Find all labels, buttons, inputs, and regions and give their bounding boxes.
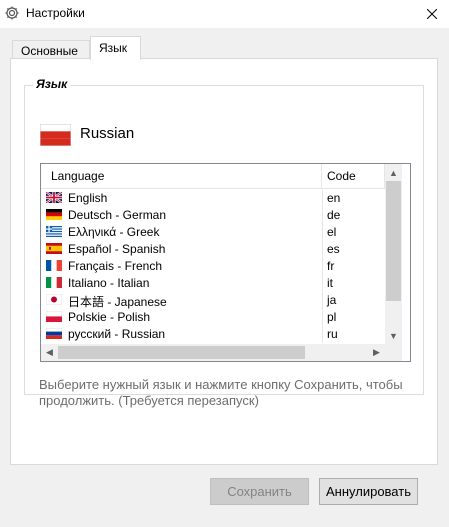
flag-ru-icon (40, 124, 71, 146)
flag-fr-icon (46, 260, 62, 271)
list-item[interactable]: Français - French fr (41, 258, 385, 275)
column-header-language[interactable]: Language (41, 164, 322, 188)
flag-gr-icon (46, 226, 62, 237)
flag-jp-icon (46, 294, 62, 305)
language-name: Français - French (68, 259, 163, 273)
chevron-left-icon[interactable]: ◀ (41, 344, 58, 361)
list-item[interactable]: русский - Russian ru (41, 326, 385, 343)
language-code: el (327, 225, 337, 239)
list-item[interactable]: Ελληνικά - Greek el (41, 224, 385, 241)
language-code: it (327, 276, 333, 290)
list-item[interactable]: Español - Spanish es (41, 241, 385, 258)
language-code: fr (327, 259, 335, 273)
title-bar: Настройки (0, 0, 449, 28)
language-name: English (68, 191, 108, 205)
close-button[interactable] (415, 0, 449, 28)
flag-it-icon (46, 277, 62, 288)
language-name: Polskie - Polish (68, 310, 151, 324)
list-item[interactable]: Italiano - Italian it (41, 275, 385, 292)
chevron-down-icon[interactable]: ▼ (385, 327, 402, 344)
flag-pl-icon (46, 311, 62, 322)
window-title: Настройки (26, 6, 85, 20)
flag-gb-icon (46, 192, 62, 203)
list-item[interactable]: 日本語 - Japanese ja (41, 292, 385, 309)
language-name: 日本語 - Japanese (68, 295, 167, 309)
list-item[interactable]: Deutsch - German de (41, 207, 385, 224)
vertical-scroll-thumb[interactable] (386, 181, 401, 301)
flag-de-icon (46, 209, 62, 220)
language-list[interactable]: Language Code English en Deutsch - Germa… (40, 163, 411, 362)
language-code: en (327, 191, 341, 205)
flag-ru-icon (46, 328, 62, 339)
tab-language[interactable]: Язык (90, 36, 141, 60)
scroll-corner (385, 344, 402, 361)
tab-general[interactable]: Основные (12, 40, 90, 59)
vertical-scrollbar[interactable]: ▲ ▼ (385, 164, 402, 344)
save-button[interactable]: Сохранить (210, 478, 309, 505)
horizontal-scrollbar[interactable]: ◀ ▶ (41, 344, 385, 361)
language-code: es (327, 242, 340, 256)
language-groupbox: Язык Russian Language Code English en De… (24, 77, 424, 395)
column-header-code[interactable]: Code (322, 164, 385, 188)
current-language-name: Russian (80, 125, 135, 142)
list-header: Language Code (41, 164, 385, 189)
cancel-button[interactable]: Аннулировать (319, 478, 418, 505)
groupbox-title: Язык (33, 77, 71, 91)
close-icon (427, 9, 437, 19)
language-name: Español - Spanish (68, 242, 166, 256)
language-name: Italiano - Italian (68, 276, 150, 290)
horizontal-scroll-thumb[interactable] (58, 346, 305, 359)
language-name: русский - Russian (68, 327, 166, 341)
list-rows: English en Deutsch - German de Ελληνικά … (41, 190, 385, 343)
language-code: pl (327, 310, 337, 324)
tab-panel-language: Язык Russian Language Code English en De… (10, 58, 438, 465)
chevron-right-icon[interactable]: ▶ (368, 344, 385, 361)
gear-icon (5, 6, 19, 20)
language-code: ru (327, 327, 338, 341)
language-code: de (327, 208, 341, 222)
list-item[interactable]: English en (41, 190, 385, 207)
language-name: Deutsch - German (68, 208, 167, 222)
flag-es-icon (46, 243, 62, 254)
chevron-up-icon[interactable]: ▲ (385, 164, 402, 181)
list-item[interactable]: Polskie - Polish pl (41, 309, 385, 326)
language-hint-text: Выберите нужный язык и нажмите кнопку Со… (39, 377, 403, 408)
language-name: Ελληνικά - Greek (68, 225, 160, 239)
language-code: ja (327, 293, 337, 307)
